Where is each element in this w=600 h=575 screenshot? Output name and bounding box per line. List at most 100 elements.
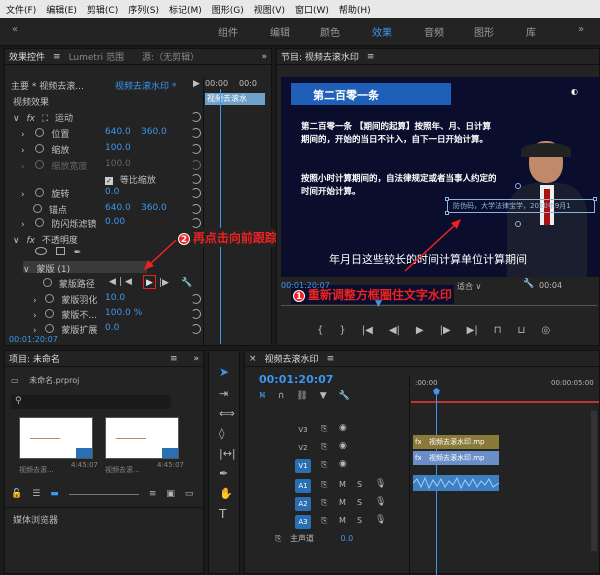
menu-view[interactable]: 视图(V) (254, 3, 285, 16)
position-y-value[interactable]: 360.0 (141, 127, 167, 139)
mute-button[interactable]: M (339, 498, 346, 507)
thumb-2[interactable] (105, 417, 179, 459)
mic-icon[interactable]: 🎙 (375, 479, 386, 489)
tracking-method-icon[interactable]: 🔧 (181, 278, 192, 290)
stopwatch-icon[interactable] (35, 188, 45, 197)
settings-wrench-icon[interactable]: 🔧 (523, 279, 534, 289)
play-only-icon[interactable]: ▶ (193, 79, 200, 91)
track-v1-label[interactable]: V1 (295, 459, 311, 473)
type-tool-icon[interactable]: T (219, 507, 226, 521)
program-scrubber[interactable] (281, 305, 597, 306)
menu-window[interactable]: 窗口(W) (295, 3, 329, 16)
workspace-graphics[interactable]: 图形 (474, 24, 494, 39)
track-forward-icon[interactable]: ▶ (146, 278, 153, 290)
track-a3-label[interactable]: A3 (295, 515, 311, 529)
new-bin-icon[interactable]: ▭ (185, 489, 194, 499)
program-timecode[interactable]: 00:01:20:07 (281, 281, 330, 290)
rotation-value[interactable]: 0.0 (105, 187, 119, 199)
expand-arrow-icon[interactable]: › (21, 220, 25, 230)
track-v3-label[interactable]: V3 (295, 423, 311, 437)
track-v2-label[interactable]: V2 (295, 441, 311, 455)
rectangle-mask-icon[interactable] (55, 247, 65, 255)
fit-dropdown[interactable]: 适合 ∨ (457, 281, 481, 292)
tab-lumetri-scopes[interactable]: Lumetri 范围 (69, 50, 124, 63)
uniform-scale-checkbox[interactable]: ✓ (105, 177, 113, 185)
new-item-icon[interactable]: ▣ (166, 489, 175, 499)
solo-button[interactable]: S (357, 480, 362, 489)
pen-mask-icon[interactable]: ✒ (74, 248, 82, 258)
add-marker-icon[interactable]: ▼ (320, 391, 327, 402)
expand-arrow-icon[interactable]: ∨ (13, 236, 20, 246)
workspace-assembly[interactable]: 组件 (218, 24, 238, 39)
track-backward-icon[interactable]: ◀| (109, 277, 125, 287)
track-forward-all-icon[interactable]: |▶ (159, 278, 169, 290)
reset-feather-icon[interactable] (191, 294, 201, 304)
fx-badge-icon[interactable]: fx (26, 114, 35, 124)
mark-in-icon[interactable]: { (317, 325, 323, 336)
reset-position-icon[interactable] (191, 128, 201, 138)
menu-clip[interactable]: 剪辑(C) (87, 3, 118, 16)
panel-expand-icon[interactable]: » (193, 354, 199, 364)
lock-icon[interactable]: 🔓 (11, 489, 22, 499)
workspace-audio[interactable]: 音频 (424, 24, 444, 39)
project-title[interactable]: 项目: 未命名 (9, 352, 60, 365)
eye-icon[interactable]: ◉ (339, 459, 347, 469)
sync-lock-icon[interactable]: ⎘ (321, 498, 327, 508)
workspace-more-icon[interactable]: » (578, 24, 584, 35)
mic-icon[interactable]: 🎙 (375, 515, 386, 525)
ripple-edit-tool-icon[interactable]: ⟺ (219, 407, 235, 420)
go-to-in-icon[interactable]: |◀ (362, 325, 373, 336)
panel-expand-icon[interactable]: » (261, 52, 267, 62)
track-select-tool-icon[interactable]: ⇥ (219, 387, 228, 400)
work-area-bar[interactable] (411, 401, 599, 403)
mute-button[interactable]: M (339, 516, 346, 525)
ec-timecode[interactable]: 00:01:20:07 (9, 335, 58, 347)
expand-arrow-icon[interactable]: › (21, 190, 25, 200)
master-value[interactable]: 0.0 (341, 534, 354, 543)
menu-edit[interactable]: 编辑(E) (46, 3, 77, 16)
solo-button[interactable]: S (357, 516, 362, 525)
stopwatch-icon[interactable] (35, 144, 45, 153)
snap-icon[interactable]: ∩ (278, 391, 285, 402)
pen-tool-icon[interactable]: ✒ (219, 467, 228, 480)
track-a2-label[interactable]: A2 (295, 497, 311, 511)
mark-out-icon[interactable]: } (339, 325, 345, 336)
panel-menu-icon[interactable]: ≡ (170, 354, 178, 364)
sync-lock-icon[interactable]: ⎘ (321, 516, 327, 526)
tab-effect-controls[interactable]: 效果控件 (9, 50, 45, 63)
motion-row[interactable]: ∨ fx ⛶ 运动 (13, 111, 73, 124)
clip-v2[interactable]: fx 视频去滚水印.mp (413, 435, 499, 449)
menu-help[interactable]: 帮助(H) (339, 3, 371, 16)
program-title[interactable]: 节目: 视频去滚水印 (281, 50, 359, 63)
panel-menu-icon[interactable]: ≡ (327, 354, 335, 364)
stopwatch-icon[interactable] (35, 218, 45, 227)
timeline-title[interactable]: 视频去滚水印 (265, 352, 319, 365)
stopwatch-icon[interactable] (35, 128, 45, 137)
thumb-1[interactable] (19, 417, 93, 459)
reset-antiflicker-icon[interactable] (191, 218, 201, 228)
extract-icon[interactable]: ⊔ (518, 325, 526, 336)
reset-anchor-icon[interactable] (191, 204, 201, 214)
menu-graphics[interactable]: 图形(G) (212, 3, 244, 16)
sync-lock-icon[interactable]: ⎘ (321, 424, 327, 434)
fx-badge-icon[interactable]: fx (26, 236, 35, 246)
expand-arrow-icon[interactable]: › (33, 311, 37, 321)
reset-mask-expand-icon[interactable] (191, 324, 201, 334)
antiflicker-value[interactable]: 0.00 (105, 217, 125, 229)
eye-icon[interactable]: ◉ (339, 423, 347, 433)
reset-uniform-icon[interactable] (191, 174, 201, 184)
workspace-effects[interactable]: 效果 (372, 24, 392, 39)
sequence-clip-label[interactable]: 视频去滚水印 * (115, 79, 176, 92)
zoom-slider[interactable] (68, 493, 139, 495)
stopwatch-icon[interactable] (45, 294, 55, 303)
mask-feather-value[interactable]: 10.0 (105, 293, 125, 305)
list-view-icon[interactable]: ☰ (32, 489, 40, 499)
stopwatch-icon[interactable] (45, 309, 55, 318)
hand-tool-icon[interactable]: ✋ (219, 487, 233, 500)
eye-icon[interactable]: ◉ (339, 441, 347, 451)
media-browser-tab[interactable]: 媒体浏览器 (13, 513, 58, 526)
nest-icon[interactable]: ⛕ (259, 391, 266, 402)
expand-arrow-icon[interactable]: ∨ (23, 265, 30, 275)
menu-markers[interactable]: 标记(M) (169, 3, 202, 16)
export-frame-icon[interactable]: ◎ (541, 325, 550, 336)
